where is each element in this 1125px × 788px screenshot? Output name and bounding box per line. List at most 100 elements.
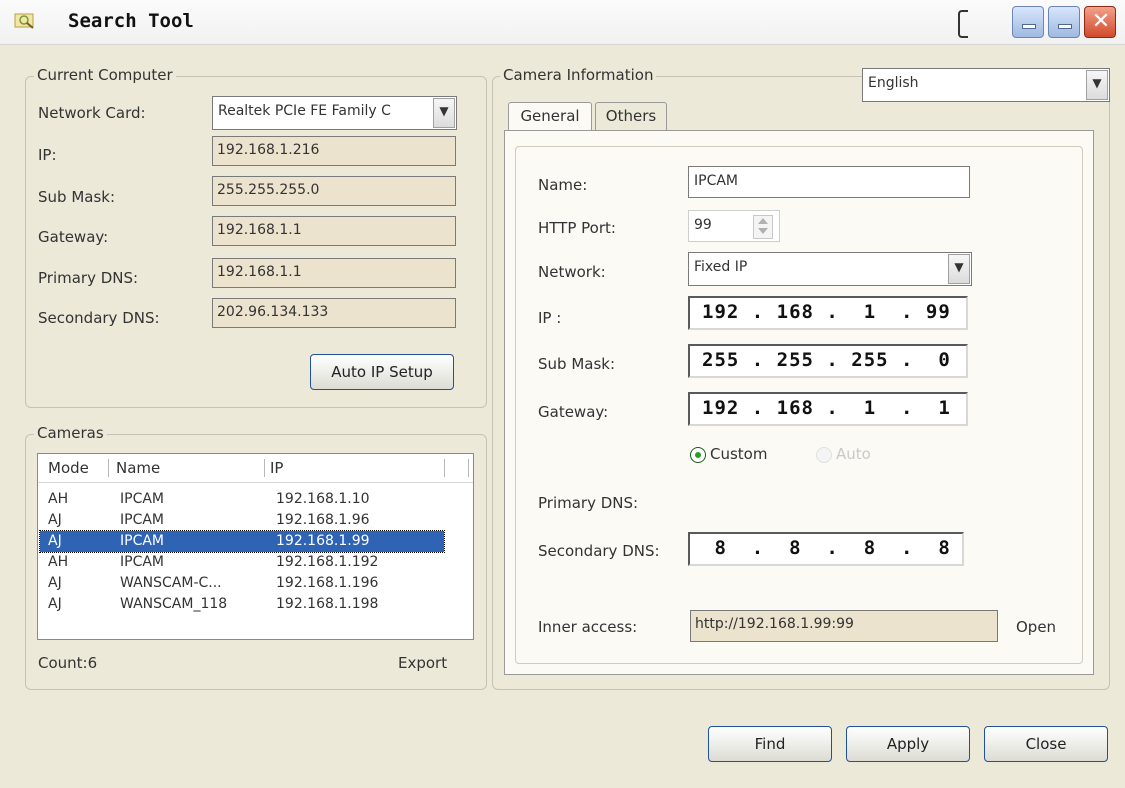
row-mode: AJ	[48, 512, 62, 528]
apply-button-label: Apply	[886, 735, 930, 753]
column-header-name[interactable]: Name	[116, 454, 160, 482]
http-port-value: 99	[694, 217, 712, 233]
cam-gateway-label: Gateway:	[538, 403, 609, 421]
row-ip: 192.168.1.196	[276, 575, 379, 591]
app-icon	[14, 13, 34, 29]
title-bar-frame	[958, 10, 968, 38]
table-row[interactable]: AJ WANSCAM_118 192.168.1.198	[40, 594, 444, 615]
cam-name-label: Name:	[538, 176, 588, 194]
row-ip: 192.168.1.99	[276, 533, 370, 549]
auto-ip-setup-label: Auto IP Setup	[331, 363, 433, 381]
language-select[interactable]: English ▼	[862, 68, 1110, 102]
close-window-button[interactable]: ✕	[1084, 6, 1116, 38]
network-select[interactable]: Fixed IP ▼	[688, 252, 972, 286]
cameras-label: Cameras	[34, 424, 107, 442]
row-ip: 192.168.1.10	[276, 491, 370, 507]
camera-count: Count:6	[38, 654, 98, 672]
tab-others[interactable]: Others	[595, 102, 667, 130]
cam-submask-label: Sub Mask:	[538, 355, 616, 373]
row-ip: 192.168.1.198	[276, 596, 379, 612]
custom-radio[interactable]	[690, 447, 706, 463]
secondary-dns-label: Secondary DNS:	[38, 309, 160, 327]
auto-radio[interactable]	[816, 447, 832, 463]
search-tool-window: Search Tool ✕ Current Computer Network C…	[0, 0, 1125, 788]
cam-ip-field[interactable]: 192 . 168 . 1 . 99	[688, 296, 968, 330]
ip-label: IP:	[38, 146, 57, 164]
tab-general[interactable]: General	[508, 102, 592, 131]
row-name: IPCAM	[120, 512, 165, 528]
network-label: Network:	[538, 263, 606, 281]
ip-field: 192.168.1.216	[212, 136, 456, 166]
column-separator	[468, 459, 469, 477]
table-row[interactable]: AJ IPCAM 192.168.1.96	[40, 510, 444, 531]
row-ip: 192.168.1.96	[276, 512, 370, 528]
http-port-label: HTTP Port:	[538, 219, 616, 237]
network-card-value: Realtek PCIe FE Family C	[218, 103, 391, 119]
row-mode: AJ	[48, 596, 62, 612]
close-icon: ✕	[1091, 9, 1111, 34]
language-value: English	[868, 75, 919, 91]
cam-primary-dns-label: Primary DNS:	[538, 494, 639, 512]
table-row[interactable]: AH IPCAM 192.168.1.192	[40, 552, 444, 573]
column-separator	[264, 459, 265, 477]
primary-dns-field: 192.168.1.1	[212, 258, 456, 288]
cam-ip-label: IP :	[538, 309, 562, 327]
table-row[interactable]: AJ WANSCAM-C... 192.168.1.196	[40, 573, 444, 594]
column-header-mode[interactable]: Mode	[48, 454, 89, 482]
chevron-down-icon[interactable]: ▼	[948, 254, 970, 284]
row-name: WANSCAM_118	[120, 596, 228, 612]
cam-secondary-dns-label: Secondary DNS:	[538, 542, 660, 560]
close-button-label: Close	[1025, 735, 1067, 753]
cameras-list[interactable]: Mode Name IP AH IPCAM 192.168.1.10 AJ IP…	[37, 453, 474, 640]
chevron-down-icon[interactable]: ▼	[433, 98, 455, 128]
gateway-label: Gateway:	[38, 228, 109, 246]
export-link[interactable]: Export	[398, 654, 447, 672]
inner-access-label: Inner access:	[538, 618, 638, 636]
row-name: WANSCAM-C...	[120, 575, 222, 591]
network-card-select[interactable]: Realtek PCIe FE Family C ▼	[212, 96, 457, 130]
custom-radio-label: Custom	[710, 445, 768, 463]
title-bar[interactable]: Search Tool ✕	[0, 0, 1125, 45]
table-row[interactable]: AH IPCAM 192.168.1.10	[40, 489, 444, 510]
minimize-button-2[interactable]	[1048, 6, 1080, 38]
close-button[interactable]: Close	[984, 726, 1108, 762]
cam-submask-field[interactable]: 255 . 255 . 255 . 0	[688, 344, 968, 378]
table-row-selected[interactable]: AJ IPCAM 192.168.1.99	[39, 530, 445, 553]
http-port-stepper[interactable]: 99	[688, 210, 780, 242]
row-name: IPCAM	[120, 533, 165, 549]
window-title: Search Tool	[68, 10, 194, 32]
primary-dns-label: Primary DNS:	[38, 269, 139, 287]
minimize-icon	[1058, 24, 1072, 29]
open-link[interactable]: Open	[1016, 618, 1056, 636]
gateway-field: 192.168.1.1	[212, 216, 456, 246]
inner-access-field: http://192.168.1.99:99	[690, 610, 998, 642]
column-separator	[108, 459, 109, 477]
network-value: Fixed IP	[694, 259, 748, 275]
current-computer-label: Current Computer	[34, 66, 176, 84]
cam-secondary-dns-field[interactable]: 8 . 8 . 8 . 8	[688, 532, 964, 566]
auto-ip-setup-button[interactable]: Auto IP Setup	[310, 354, 454, 390]
header-divider	[38, 482, 473, 483]
find-button-label: Find	[754, 735, 786, 753]
cam-name-field[interactable]: IPCAM	[688, 166, 970, 198]
minimize-button[interactable]	[1012, 6, 1044, 38]
network-card-label: Network Card:	[38, 104, 146, 122]
radio-selected-dot	[695, 452, 701, 458]
secondary-dns-field: 202.96.134.133	[212, 298, 456, 328]
column-header-ip[interactable]: IP	[270, 454, 283, 482]
auto-radio-label: Auto	[836, 445, 871, 463]
submask-field: 255.255.255.0	[212, 176, 456, 206]
chevron-down-icon[interactable]: ▼	[1086, 70, 1108, 100]
apply-button[interactable]: Apply	[846, 726, 970, 762]
row-mode: AH	[48, 491, 69, 507]
camera-info-label: Camera Information	[500, 66, 657, 84]
row-mode: AH	[48, 554, 69, 570]
spin-arrows-icon[interactable]	[753, 215, 773, 239]
row-ip: 192.168.1.192	[276, 554, 379, 570]
cam-gateway-field[interactable]: 192 . 168 . 1 . 1	[688, 392, 968, 426]
row-name: IPCAM	[120, 554, 165, 570]
row-mode: AJ	[48, 533, 62, 549]
row-mode: AJ	[48, 575, 62, 591]
find-button[interactable]: Find	[708, 726, 832, 762]
column-separator	[444, 459, 445, 477]
